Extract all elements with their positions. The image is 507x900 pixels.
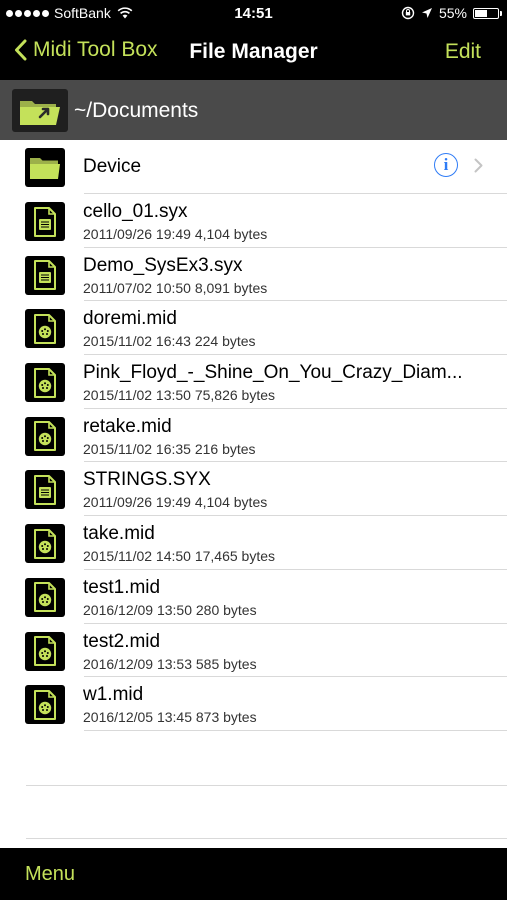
folder-icon <box>25 148 65 187</box>
folder-up-icon[interactable] <box>12 89 68 132</box>
file-name: cello_01.syx <box>83 201 188 222</box>
menu-button[interactable]: Menu <box>25 863 75 886</box>
device-label: Device <box>83 156 142 177</box>
midi-file-icon <box>25 577 65 617</box>
file-name: Demo_SysEx3.syx <box>83 254 243 276</box>
edit-button[interactable]: Edit <box>445 40 481 64</box>
battery-percent: 55% <box>438 5 467 21</box>
rotation-lock-icon <box>401 6 415 20</box>
current-path: ~/Documents <box>74 99 199 122</box>
file-name: Pink_Floyd_-_Shine_On_You_Crazy_Diam... <box>83 362 463 384</box>
file-meta: 2011/09/26 19:49 4,104 bytes <box>83 226 268 242</box>
file-meta: 2015/11/02 16:35 216 bytes <box>83 440 256 457</box>
status-right: 55% <box>401 5 502 21</box>
midi-file-icon <box>25 363 65 403</box>
bottom-toolbar: Menu <box>0 848 507 900</box>
file-name: test2.mid <box>83 630 161 652</box>
midi-file-icon <box>25 309 65 349</box>
file-row[interactable]: doremi.mid 2015/11/02 16:43 224 bytes <box>0 301 507 356</box>
file-meta: 2015/11/02 16:43 224 bytes <box>83 333 256 350</box>
midi-file-icon <box>25 685 65 725</box>
file-meta: 2016/12/05 13:45 873 bytes <box>83 709 257 726</box>
midi-file-icon <box>25 416 65 456</box>
file-row[interactable]: test2.mid 2016/12/09 13:53 585 bytes <box>0 624 507 678</box>
device-row[interactable]: Device i <box>0 140 507 194</box>
file-meta: 2011/09/26 19:49 4,104 bytes <box>83 494 268 511</box>
file-row[interactable]: Pink_Floyd_-_Shine_On_You_Crazy_Diam... 2… <box>0 355 507 409</box>
file-name: test1.mid <box>83 576 161 598</box>
row-divider <box>26 785 507 786</box>
file-row[interactable]: cello_01.syx 2011/09/26 19:49 4,104 bytes <box>0 194 507 248</box>
file-meta: 2011/07/02 10:50 8,091 bytes <box>83 279 268 296</box>
chevron-right-icon <box>474 158 483 173</box>
file-row[interactable]: retake.mid 2015/11/02 16:35 216 bytes <box>0 409 507 463</box>
page-title: File Manager <box>189 40 318 63</box>
file-row[interactable]: Demo_SysEx3.syx 2011/07/02 10:50 8,091 by… <box>0 248 507 302</box>
file-name: take.mid <box>83 523 155 545</box>
midi-file-icon <box>25 631 65 671</box>
midi-file-icon <box>25 524 65 564</box>
file-meta: 2016/12/09 13:53 585 bytes <box>83 655 257 672</box>
file-name: retake.mid <box>83 415 172 437</box>
battery-level <box>475 9 487 17</box>
sysex-file-icon <box>25 470 65 510</box>
row-divider <box>26 838 507 839</box>
location-arrow-icon <box>421 8 432 18</box>
row-divider <box>84 729 507 731</box>
sysex-file-icon <box>25 255 65 295</box>
sysex-file-icon <box>25 202 65 241</box>
file-meta: 2015/11/02 14:50 17,465 bytes <box>83 548 276 565</box>
info-icon[interactable]: i <box>434 153 458 177</box>
navigation-bar: Midi Tool Box File Manager Edit <box>0 28 507 80</box>
file-row[interactable]: test1.mid 2016/12/09 13:50 280 bytes <box>0 570 507 624</box>
file-name: STRINGS.SYX <box>83 469 211 491</box>
file-name: w1.mid <box>83 684 144 706</box>
file-meta: 2015/11/02 13:50 75,826 bytes <box>83 387 276 404</box>
file-list: Device i cello_01.syx 2011/09/26 19:49 4,… <box>0 140 507 731</box>
battery-icon <box>473 7 502 19</box>
file-meta: 2016/12/09 13:50 280 bytes <box>83 601 257 618</box>
status-bar: SoftBank 14:51 55% <box>0 0 507 28</box>
file-name: doremi.mid <box>83 308 177 330</box>
file-row[interactable]: STRINGS.SYX 2011/09/26 19:49 4,104 bytes <box>0 462 507 517</box>
file-row[interactable]: take.mid 2015/11/02 14:50 17,465 bytes <box>0 516 507 570</box>
file-row[interactable]: w1.mid 2016/12/05 13:45 873 bytes <box>0 677 507 731</box>
path-bar: ~/Documents <box>0 80 507 140</box>
